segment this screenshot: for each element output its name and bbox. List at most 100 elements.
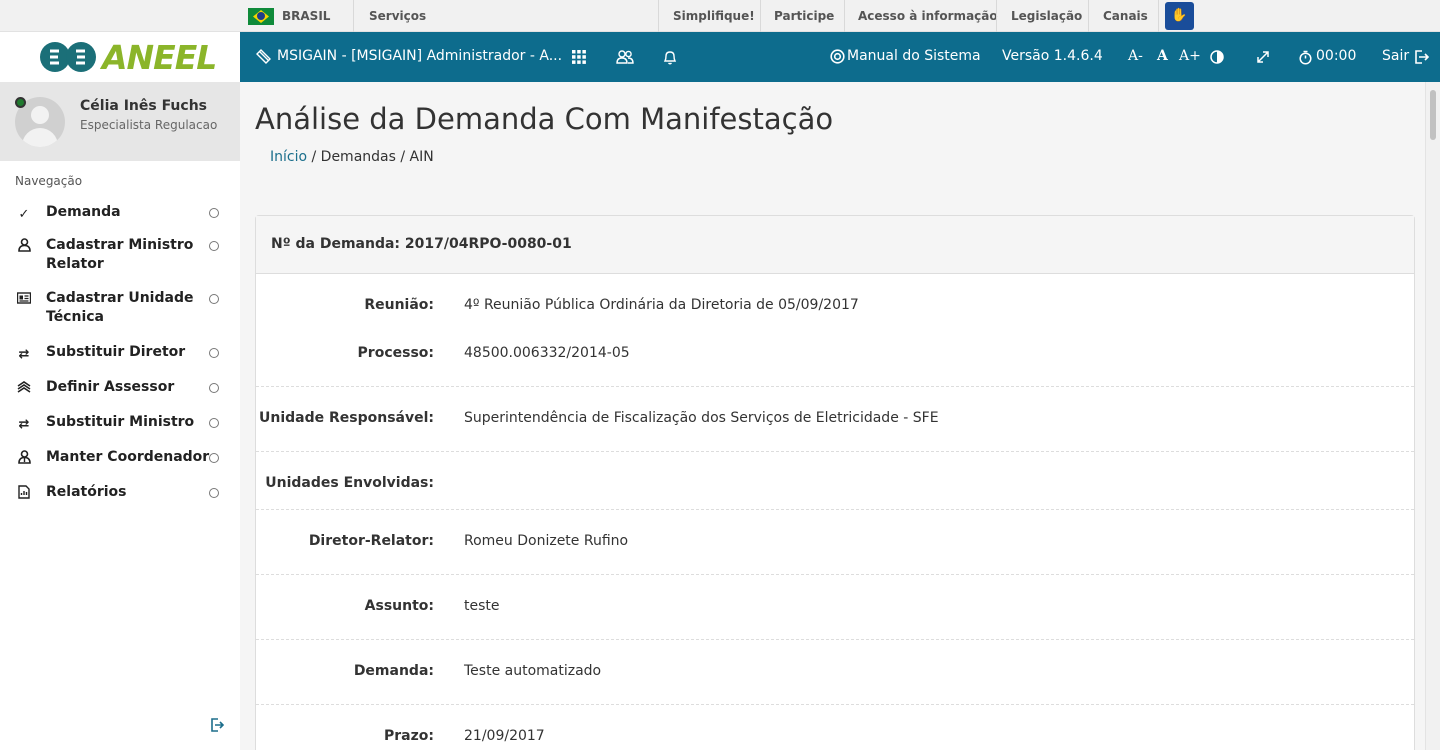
nav-item-cadastrar-ministro[interactable]: Cadastrar Ministro Relator: [0, 230, 240, 281]
gov-link-acesso[interactable]: Acesso à informação: [858, 9, 998, 23]
session-timer: 00:00: [1316, 48, 1357, 64]
user-icon: [16, 238, 32, 258]
radio-icon: [209, 383, 219, 393]
brazil-flag-icon: [248, 8, 274, 25]
page-title: Análise da Demanda Com Manifestação: [255, 102, 834, 136]
fullscreen-icon[interactable]: [1256, 50, 1270, 68]
field-value: teste: [464, 598, 500, 614]
radio-icon: [209, 453, 219, 463]
gov-link-simplifique[interactable]: Simplifique!: [673, 9, 755, 23]
divider: [256, 451, 1414, 452]
gov-link-participe[interactable]: Participe: [774, 9, 834, 23]
nav-item-definir-assessor[interactable]: Definir Assessor: [0, 372, 240, 404]
nav-item-label: Demanda: [46, 204, 121, 220]
radio-icon: [209, 488, 219, 498]
breadcrumb-home-link[interactable]: Início: [270, 149, 307, 165]
font-increase-button[interactable]: A+: [1179, 48, 1201, 64]
version-label: Versão 1.4.6.4: [1002, 48, 1103, 64]
aneel-logo[interactable]: ANEEL: [0, 32, 240, 82]
nav-item-demanda[interactable]: ✓ Demanda: [0, 197, 240, 229]
radio-icon: [209, 208, 219, 218]
divider: [256, 704, 1414, 705]
radio-icon: [209, 241, 219, 251]
gov-country[interactable]: BRASIL: [282, 9, 330, 23]
sign-language-icon[interactable]: ✋: [1165, 2, 1194, 30]
manual-link[interactable]: Manual do Sistema: [847, 48, 981, 64]
layers-icon: [16, 380, 32, 399]
nav-item-cadastrar-unidade[interactable]: Cadastrar Unidade Técnica: [0, 283, 240, 334]
radio-icon: [209, 348, 219, 358]
id-card-icon: [16, 291, 32, 310]
field-value: Romeu Donizete Rufino: [464, 533, 629, 549]
demand-number: Nº da Demanda: 2017/04RPO-0080-01: [256, 216, 1414, 274]
field-label: Assunto:: [364, 598, 434, 614]
contrast-icon[interactable]: [1210, 50, 1224, 68]
online-status-icon: [15, 97, 26, 108]
gov-services-link[interactable]: Serviços: [369, 9, 426, 23]
user-role: Especialista Regulacao: [80, 118, 218, 132]
breadcrumb-path: / Demandas / AIN: [307, 149, 434, 165]
breadcrumb: Início / Demandas / AIN: [255, 140, 1415, 180]
user-name: Célia Inês Fuchs: [80, 98, 207, 114]
main-content: Análise da Demanda Com Manifestação Iníc…: [240, 82, 1425, 750]
apps-grid-icon[interactable]: [572, 50, 586, 68]
nav-title: Navegação: [15, 174, 83, 188]
field-label: Unidade Responsável:: [258, 410, 434, 426]
gov-link-legislacao[interactable]: Legislação: [1011, 9, 1082, 23]
divider: [256, 574, 1414, 575]
field-label: Processo:: [357, 345, 434, 361]
nav-menu: ✓ Demanda Cadastrar Ministro Relator Cad…: [0, 197, 240, 509]
gov-link-canais[interactable]: Canais: [1103, 9, 1148, 23]
gov-bar: BRASIL Serviços Simplifique! Participe A…: [0, 0, 1440, 32]
divider: [256, 639, 1414, 640]
field-value: Teste automatizado: [464, 663, 602, 679]
field-value: 21/09/2017: [464, 728, 545, 744]
nav-item-label: Manter Coordenador: [46, 449, 210, 465]
divider: [256, 386, 1414, 387]
sidebar: ANEEL Célia Inês Fuchs Especialista Regu…: [0, 32, 240, 750]
nav-item-label: Substituir Ministro: [46, 414, 195, 430]
page-scrollbar[interactable]: [1425, 82, 1440, 750]
bell-icon[interactable]: [663, 50, 677, 69]
field-label: Prazo:: [384, 728, 434, 744]
timer-icon: [1299, 50, 1312, 69]
aneel-logo-mark-icon: [40, 42, 98, 72]
nav-item-label: Cadastrar Ministro Relator: [46, 237, 194, 272]
swap-icon: ⇄: [18, 347, 30, 362]
user-panel: Célia Inês Fuchs Especialista Regulacao: [0, 82, 240, 161]
demand-card: Nº da Demanda: 2017/04RPO-0080-01 Reuniã…: [255, 215, 1415, 750]
divider: [256, 509, 1414, 510]
field-label: Unidades Envolvidas:: [265, 475, 434, 491]
nav-item-label: Relatórios: [46, 484, 127, 500]
sidebar-logout-icon[interactable]: [210, 718, 225, 736]
field-label: Reunião:: [364, 297, 434, 313]
nav-item-substituir-ministro[interactable]: ⇄ Substituir Ministro: [0, 407, 240, 439]
nav-item-label: Cadastrar Unidade Técnica: [46, 290, 194, 325]
logout-label[interactable]: Sair: [1382, 48, 1409, 64]
scrollbar-thumb[interactable]: [1430, 90, 1436, 140]
logo-text: ANEEL: [102, 38, 217, 77]
nav-item-relatorios[interactable]: Relatórios: [0, 477, 240, 509]
swap-icon: ⇄: [18, 417, 30, 432]
nav-item-label: Definir Assessor: [46, 379, 175, 395]
user-tie-icon: [16, 450, 32, 470]
nav-item-manter-coordenador[interactable]: Manter Coordenador: [0, 442, 240, 474]
help-lifebuoy-icon[interactable]: [830, 49, 845, 68]
field-label: Demanda:: [353, 663, 434, 679]
top-header: MSIGAIN - [MSIGAIN] Administrador - A...…: [240, 32, 1440, 82]
radio-icon: [209, 294, 219, 304]
field-value: Superintendência de Fiscalização dos Ser…: [464, 410, 939, 426]
report-icon: [16, 485, 32, 505]
app-title: MSIGAIN - [MSIGAIN] Administrador - A...: [277, 48, 563, 64]
font-normal-button[interactable]: A: [1157, 48, 1168, 64]
radio-icon: [209, 418, 219, 428]
nav-item-substituir-diretor[interactable]: ⇄ Substituir Diretor: [0, 337, 240, 369]
field-value: 48500.006332/2014-05: [464, 345, 630, 361]
users-icon[interactable]: [616, 50, 634, 68]
logout-icon[interactable]: [1415, 50, 1430, 68]
app-icon: [256, 49, 271, 68]
font-decrease-button[interactable]: A-: [1128, 48, 1143, 64]
nav-item-label: Substituir Diretor: [46, 344, 186, 360]
field-value: 4º Reunião Pública Ordinária da Diretori…: [464, 297, 859, 313]
field-label: Diretor-Relator:: [308, 533, 434, 549]
